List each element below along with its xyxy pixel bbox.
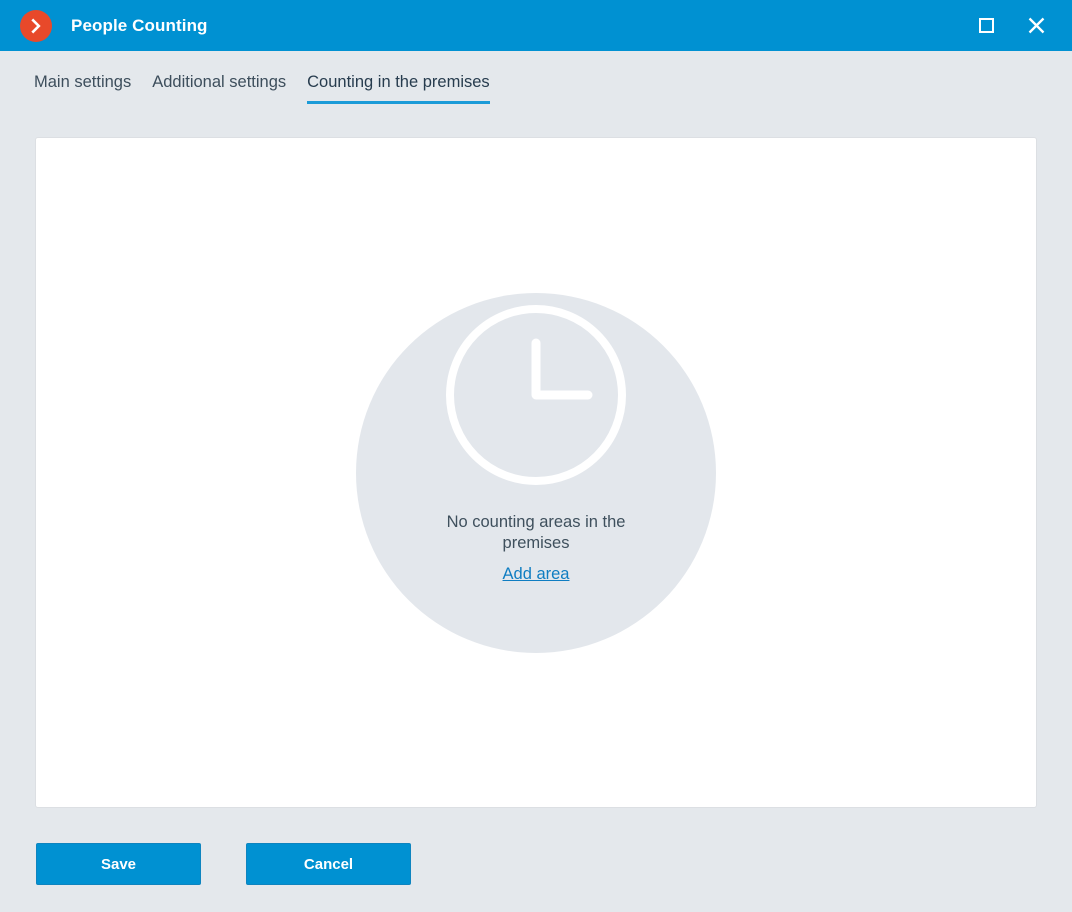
clock-icon [446,304,626,485]
tab-bar: Main settings Additional settings Counti… [0,51,1072,106]
close-button[interactable] [1011,0,1061,51]
tab-additional-settings[interactable]: Additional settings [152,51,286,104]
tab-main-settings[interactable]: Main settings [34,51,131,104]
content-panel: No counting areas in the premises Add ar… [35,137,1037,808]
title-bar: People Counting [0,0,1072,51]
add-area-link[interactable]: Add area [503,565,570,584]
maximize-icon [978,18,994,33]
tab-counting-in-the-premises[interactable]: Counting in the premises [307,51,490,104]
save-button[interactable]: Save [36,843,201,885]
close-icon [1028,17,1044,34]
footer-actions: Save Cancel [36,843,411,885]
empty-state-message: No counting areas in the premises [446,512,626,552]
cancel-button[interactable]: Cancel [246,843,411,885]
chevron-right-circle-icon [20,9,52,42]
window-controls [961,0,1072,51]
empty-state: No counting areas in the premises Add ar… [356,292,716,653]
maximize-button[interactable] [961,0,1011,51]
window-title: People Counting [71,15,208,35]
